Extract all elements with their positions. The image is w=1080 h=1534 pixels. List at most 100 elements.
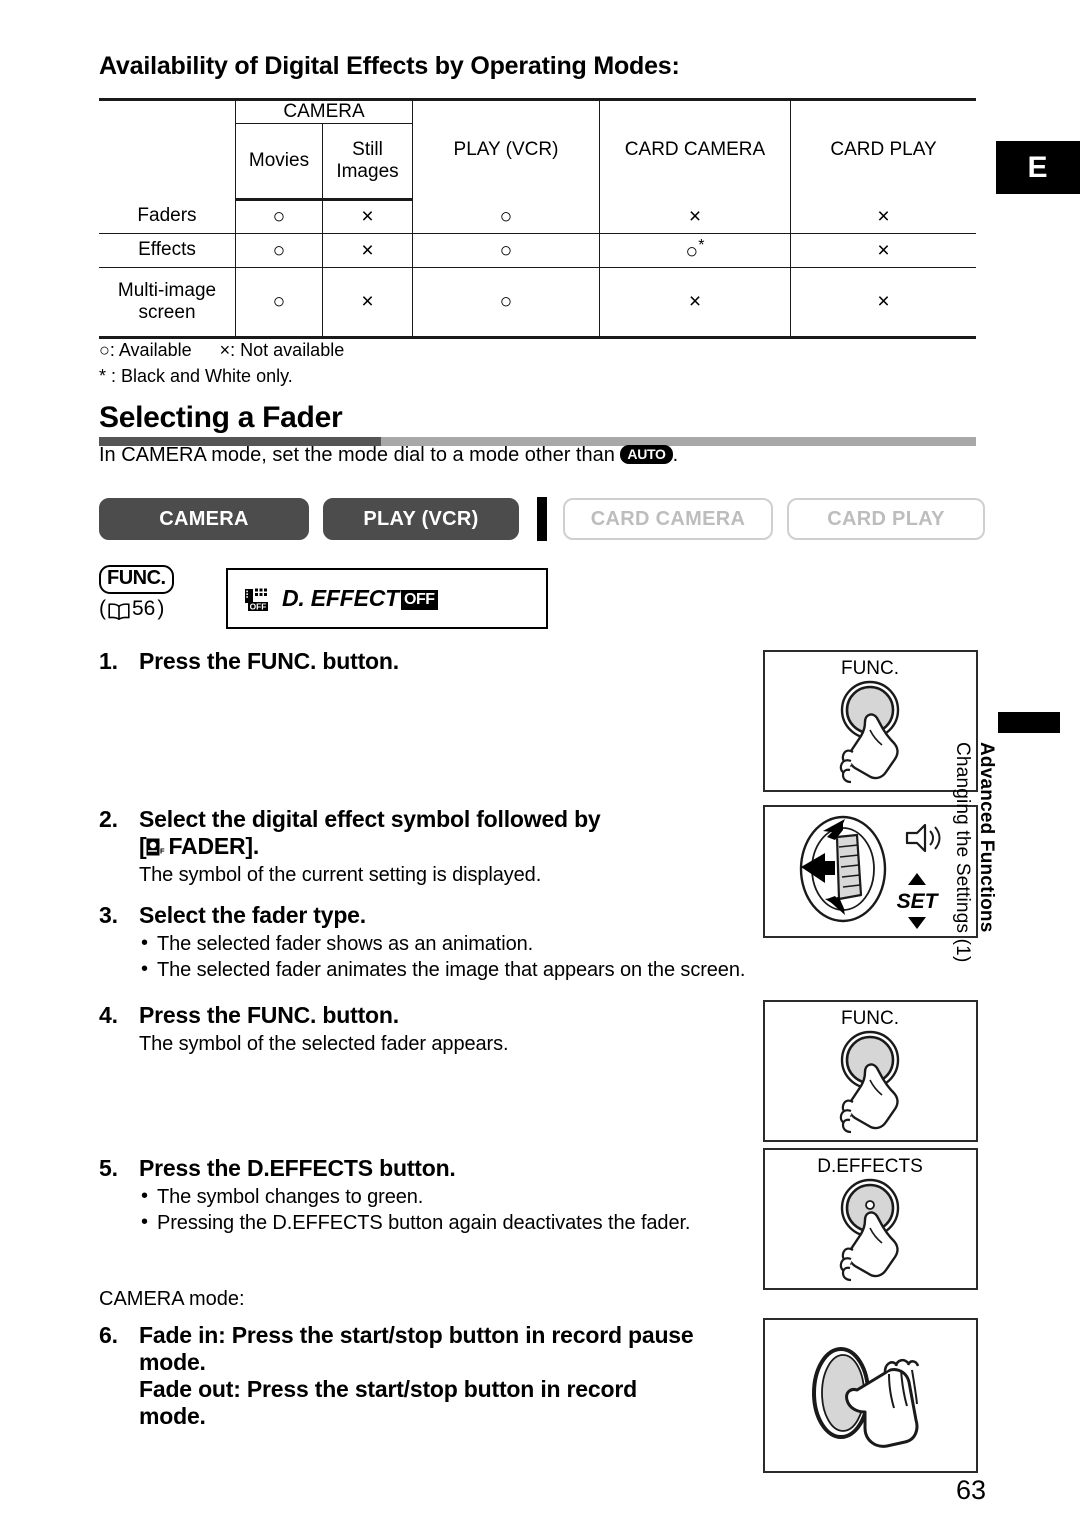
svg-text:F: F	[160, 847, 165, 856]
step-1-number: 1.	[99, 648, 118, 674]
mode-badge-divider	[537, 497, 547, 541]
step-1-title: Press the FUNC. button.	[139, 648, 399, 674]
illustration-deffects-button: D.EFFECTS	[763, 1148, 978, 1290]
intro-text-before: In CAMERA mode, set the mode dial to a m…	[99, 444, 615, 466]
step-6-heading: 6. Fade in: Press the start/stop button …	[99, 1322, 759, 1430]
cell-effects-play: ○	[412, 233, 600, 268]
intro-text-after: .	[672, 444, 679, 466]
row-label-effects: Effects	[99, 233, 236, 268]
fader-symbol-icon: F	[146, 835, 166, 856]
cell-effects-card-play: ×	[790, 233, 976, 268]
svg-text:OFF: OFF	[250, 601, 267, 611]
svg-text:FUNC.: FUNC.	[841, 1008, 899, 1029]
illustration-func-button-2: FUNC.	[763, 1000, 978, 1142]
step-5-heading: 5. Press the D.EFFECTS button.	[99, 1155, 759, 1182]
table-legend: ○: Available ×: Not available * : Black …	[99, 337, 344, 389]
cell-faders-card-camera: ×	[599, 199, 791, 234]
cell-effects-card-camera-mark: ○	[685, 240, 699, 263]
func-button-icon: FUNC.	[99, 565, 174, 594]
header-camera-group: CAMERA	[235, 98, 413, 124]
func-reference-block: FUNC. ( 56 )	[99, 565, 224, 621]
step-2-heading: 2. Select the digital effect symbol foll…	[99, 806, 759, 860]
header-corner-blank	[99, 98, 236, 200]
svg-text:FUNC.: FUNC.	[841, 658, 899, 679]
cell-faders-still: ×	[321, 199, 414, 234]
availability-section-title: Availability of Digital Effects by Opera…	[99, 52, 680, 80]
step-5-bullets: The symbol changes to green. Pressing th…	[139, 1185, 759, 1235]
step-3-bullet-2: The selected fader animates the image th…	[139, 958, 759, 982]
header-still-images: Still Images	[321, 123, 414, 201]
step-1-heading: 1. Press the FUNC. button.	[99, 648, 759, 675]
step-6-title-line4: mode.	[139, 1403, 206, 1429]
legend-not-available: ×: Not available	[219, 340, 345, 360]
side-running-head: Advanced Functions Changing the Settings…	[936, 742, 998, 1002]
cell-multi-card-camera: ×	[599, 267, 791, 339]
row-label-faders: Faders	[99, 199, 236, 234]
paren-open: (	[99, 596, 106, 620]
edition-tab-e: E	[996, 141, 1080, 194]
cell-effects-still: ×	[321, 233, 414, 268]
mode-badge-camera[interactable]: CAMERA	[99, 498, 309, 540]
section-heading-block: Selecting a Fader	[99, 401, 976, 446]
step-6-number: 6.	[99, 1322, 118, 1348]
header-still-line2: Images	[336, 161, 399, 182]
book-icon	[108, 602, 130, 621]
step-2-title-line2: FADER].	[168, 833, 260, 859]
step-6-title-line1: Fade in: Press the start/stop button in …	[139, 1322, 694, 1348]
header-still-line1: Still	[352, 139, 383, 160]
step-3-heading: 3. Select the fader type.	[99, 902, 759, 929]
step-5-number: 5.	[99, 1155, 118, 1181]
cell-effects-card-camera: ○*	[599, 233, 791, 268]
table-row: Multi-image screen ○ × ○ × ×	[99, 267, 976, 339]
row-label-multi-image-line2: screen	[138, 301, 196, 323]
step-3: 3. Select the fader type. The selected f…	[99, 902, 759, 985]
mode-badge-card-camera[interactable]: CARD CAMERA	[563, 498, 773, 540]
row-label-multi-image-line1: Multi-image	[117, 279, 217, 301]
step-6-title-line2: mode.	[139, 1349, 206, 1375]
mode-badge-row: CAMERA PLAY (VCR) CARD CAMERA CARD PLAY	[99, 497, 985, 541]
svg-text:D.EFFECTS: D.EFFECTS	[817, 1156, 923, 1177]
step-4: 4. Press the FUNC. button. The symbol of…	[99, 1002, 759, 1056]
cell-multi-card-play: ×	[790, 267, 976, 339]
header-play-vcr: PLAY (VCR)	[412, 98, 600, 200]
digital-effect-off-icon: OFF	[244, 588, 270, 612]
cell-multi-play: ○	[412, 267, 600, 339]
cell-faders-play: ○	[412, 199, 600, 234]
header-card-play: CARD PLAY	[790, 98, 976, 200]
page-title: Selecting a Fader	[99, 401, 343, 434]
step-6: 6. Fade in: Press the start/stop button …	[99, 1322, 759, 1430]
cell-effects-movies: ○	[235, 233, 323, 268]
page-cross-reference: ( 56 )	[99, 597, 224, 621]
legend-line-1: ○: Available ×: Not available	[99, 337, 344, 363]
step-2-number: 2.	[99, 806, 118, 832]
header-card-camera: CARD CAMERA	[599, 98, 791, 200]
paren-close: )	[157, 596, 165, 620]
header-movies: Movies	[235, 123, 323, 201]
menu-item-text: D. EFFECT	[282, 585, 400, 611]
menu-item-value: OFF	[401, 590, 438, 610]
step-3-bullets: The selected fader shows as an animation…	[139, 932, 759, 982]
svg-text:SET: SET	[897, 890, 940, 913]
func-page-number: 56	[132, 596, 156, 620]
step-5-bullet-2: Pressing the D.EFFECTS button again deac…	[139, 1211, 759, 1235]
step-5: 5. Press the D.EFFECTS button. The symbo…	[99, 1155, 759, 1238]
side-running-head-line2: Changing the Settings (1)	[952, 742, 974, 963]
cell-multi-movies: ○	[235, 267, 323, 339]
page-number: 63	[956, 1475, 987, 1505]
legend-available: ○: Available	[99, 340, 192, 360]
step-2: 2. Select the digital effect symbol foll…	[99, 806, 759, 887]
legend-footnote: * : Black and White only.	[99, 366, 293, 387]
step-4-number: 4.	[99, 1002, 118, 1028]
table-header-row-1: CAMERA PLAY (VCR) CARD CAMERA CARD PLAY	[99, 98, 976, 200]
cell-faders-card-play: ×	[790, 199, 976, 234]
mode-badge-card-play[interactable]: CARD PLAY	[787, 498, 985, 540]
step-2-title-line1: Select the digital effect symbol followe…	[139, 806, 601, 832]
auto-mode-icon: AUTO	[620, 445, 673, 464]
step-2-note: The symbol of the current setting is dis…	[139, 864, 542, 886]
menu-preview-box: OFF D. EFFECT OFF	[226, 568, 548, 629]
step-6-title: Fade in: Press the start/stop button in …	[139, 1322, 759, 1430]
intro-text: In CAMERA mode, set the mode dial to a m…	[99, 444, 678, 467]
step-3-title: Select the fader type.	[139, 902, 366, 928]
step-5-title: Press the D.EFFECTS button.	[139, 1155, 456, 1181]
mode-badge-play-vcr[interactable]: PLAY (VCR)	[323, 498, 519, 540]
